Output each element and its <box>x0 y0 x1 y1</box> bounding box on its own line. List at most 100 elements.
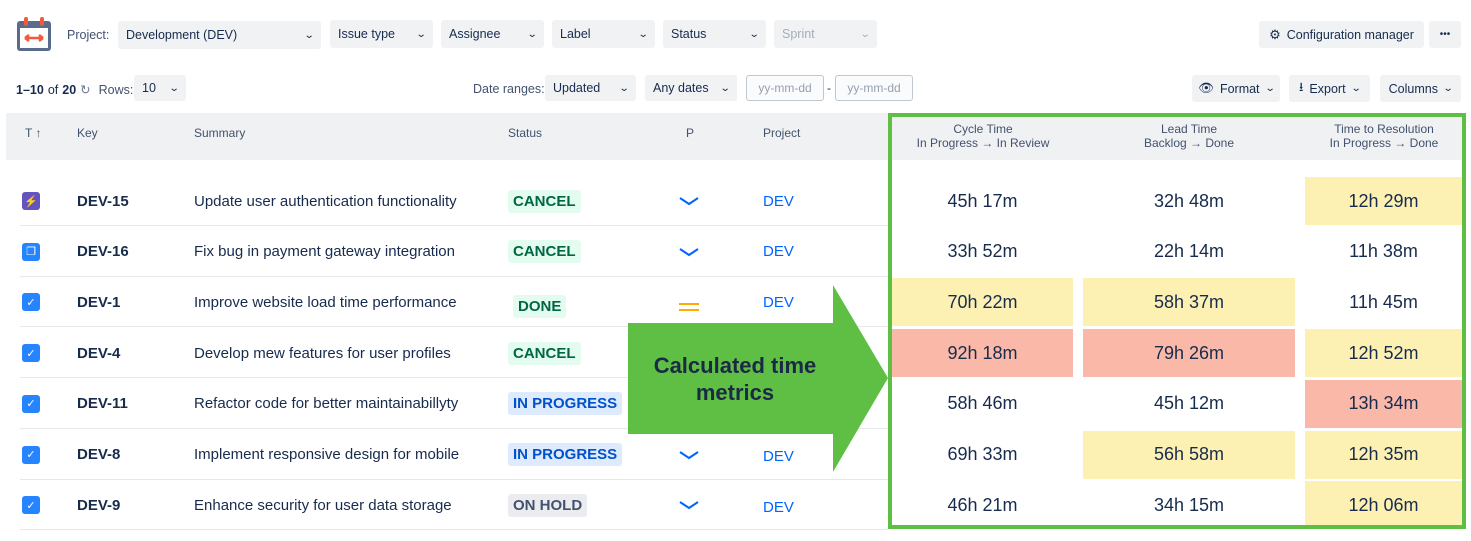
type-header-label: T <box>25 126 33 140</box>
sort-asc-icon: ↑ <box>35 126 42 140</box>
column-header-status[interactable]: Status <box>508 126 542 140</box>
chevron-down-icon: ⌄ <box>526 28 538 40</box>
status-filter[interactable]: Status ⌄ <box>663 20 766 48</box>
date-field-select[interactable]: Updated ⌄ <box>545 75 636 101</box>
columns-label: Columns <box>1388 81 1438 96</box>
task-icon: ✓ <box>22 394 40 413</box>
chevron-down-icon: ⌄ <box>719 82 731 94</box>
label-filter[interactable]: Label ⌄ <box>552 20 655 48</box>
filter-label: Assignee <box>449 27 501 41</box>
filter-label: Sprint <box>782 27 815 41</box>
issue-summary[interactable]: Develop mew features for user profiles <box>194 328 451 378</box>
page-of: of <box>47 82 59 97</box>
page-range: 1–10 <box>16 82 44 97</box>
project-link[interactable]: DEV <box>763 227 794 277</box>
chevron-down-icon: ⌄ <box>859 28 871 40</box>
rows-label: Rows: <box>98 82 134 97</box>
filter-label: Status <box>671 27 707 41</box>
column-header-key[interactable]: Key <box>77 126 98 140</box>
config-button-label: Configuration manager <box>1286 27 1414 42</box>
issue-key[interactable]: DEV-4 <box>77 328 120 378</box>
status-badge[interactable]: CANCEL <box>508 240 581 264</box>
task-icon: ✓ <box>22 445 40 464</box>
app-logo-icon <box>15 15 53 53</box>
rows-value: 10 <box>142 81 156 95</box>
status-badge[interactable]: IN PROGRESS <box>508 392 623 416</box>
page-total: 20 <box>62 82 77 97</box>
chevron-down-icon: ⌄ <box>1350 83 1362 94</box>
refresh-icon[interactable]: ↻ <box>80 82 90 97</box>
task-icon: ✓ <box>22 496 40 515</box>
eye-icon: 👁 <box>1198 81 1214 95</box>
issue-key[interactable]: DEV-11 <box>77 379 128 429</box>
issue-summary[interactable]: Improve website load time performance <box>194 277 457 327</box>
status-badge[interactable]: CANCEL <box>508 341 581 365</box>
project-select-value: Development (DEV) <box>126 28 238 42</box>
export-button[interactable]: ⭳ Export ⌄ <box>1289 75 1370 102</box>
epic-icon: ⚡ <box>22 192 40 210</box>
priority-low-icon <box>679 197 699 206</box>
date-to-placeholder: yy-mm-dd <box>847 81 901 95</box>
issue-summary[interactable]: Implement responsive design for mobile <box>194 430 459 480</box>
priority-low-icon <box>679 501 699 510</box>
project-label: Project: <box>67 28 110 42</box>
project-select[interactable]: Development (DEV) ⌄ <box>118 21 321 49</box>
chevron-down-icon: ⌄ <box>303 29 315 41</box>
date-separator: - <box>827 81 831 95</box>
format-label: Format <box>1219 81 1260 96</box>
issue-summary[interactable]: Enhance security for user data storage <box>194 480 452 530</box>
status-badge[interactable]: ON HOLD <box>508 493 588 517</box>
date-from-placeholder: yy-mm-dd <box>758 81 812 95</box>
columns-button[interactable]: Columns ⌄ <box>1380 75 1461 102</box>
issue-key[interactable]: DEV-9 <box>77 480 120 530</box>
pagination-info: 1–10 of 20 ↻ Rows: <box>16 82 134 98</box>
callout-text: Calculated time metrics <box>653 353 817 405</box>
subtask-icon: ❐ <box>22 242 40 261</box>
project-link[interactable]: DEV <box>763 482 794 532</box>
column-header-project[interactable]: Project <box>763 126 800 140</box>
format-button[interactable]: 👁 Format ⌄ <box>1192 75 1280 102</box>
issue-type-filter[interactable]: Issue type ⌄ <box>330 20 433 48</box>
gear-icon: ⚙ <box>1269 26 1281 42</box>
issue-key[interactable]: DEV-8 <box>77 430 120 480</box>
chevron-down-icon: ⌄ <box>637 28 649 40</box>
status-badge[interactable]: IN PROGRESS <box>508 443 623 466</box>
date-to-input[interactable]: yy-mm-dd <box>835 75 913 101</box>
table-row[interactable]: ❐ DEV-16 Fix bug in payment gateway inte… <box>20 227 888 277</box>
chevron-down-icon: ⌄ <box>415 28 427 40</box>
export-label: Export <box>1309 81 1346 96</box>
column-header-priority[interactable]: P <box>686 126 694 140</box>
sprint-filter[interactable]: Sprint ⌄ <box>774 20 877 48</box>
issue-key[interactable]: DEV-1 <box>77 277 120 327</box>
table-row[interactable]: ✓ DEV-9 Enhance security for user data s… <box>20 480 888 532</box>
column-header-summary[interactable]: Summary <box>194 126 245 140</box>
issue-summary[interactable]: Refactor code for better maintainabillyt… <box>194 379 458 429</box>
column-header-type[interactable]: T ↑ <box>25 126 41 140</box>
priority-low-icon <box>679 247 699 256</box>
metrics-highlight-frame <box>888 113 1466 529</box>
status-badge[interactable]: DONE <box>513 294 567 318</box>
issue-summary[interactable]: Update user authentication functionality <box>194 176 457 226</box>
filter-label: Label <box>560 27 591 41</box>
date-from-input[interactable]: yy-mm-dd <box>746 75 824 101</box>
issue-key[interactable]: DEV-15 <box>77 176 129 226</box>
configuration-manager-button[interactable]: ⚙ Configuration manager <box>1259 21 1424 48</box>
rows-select[interactable]: 10 ⌄ <box>134 75 186 101</box>
chevron-down-icon: ⌄ <box>1264 83 1276 94</box>
more-button[interactable]: ••• <box>1429 21 1461 48</box>
date-field-value: Updated <box>553 81 601 95</box>
task-icon: ✓ <box>22 344 40 363</box>
date-range-value: Any dates <box>653 81 709 95</box>
issue-key[interactable]: DEV-16 <box>77 227 129 277</box>
chevron-down-icon: ⌄ <box>168 82 180 94</box>
assignee-filter[interactable]: Assignee ⌄ <box>441 20 544 48</box>
download-icon: ⭳ <box>1299 80 1304 94</box>
status-badge[interactable]: CANCEL <box>508 189 581 213</box>
project-link[interactable]: DEV <box>763 176 794 226</box>
task-icon: ✓ <box>22 293 40 312</box>
issue-summary[interactable]: Fix bug in payment gateway integration <box>194 227 455 277</box>
chevron-down-icon: ⌄ <box>1442 83 1454 94</box>
table-row[interactable]: ⚡ DEV-15 Update user authentication func… <box>20 176 888 226</box>
chevron-down-icon: ⌄ <box>618 82 630 94</box>
date-range-select[interactable]: Any dates ⌄ <box>645 75 737 101</box>
